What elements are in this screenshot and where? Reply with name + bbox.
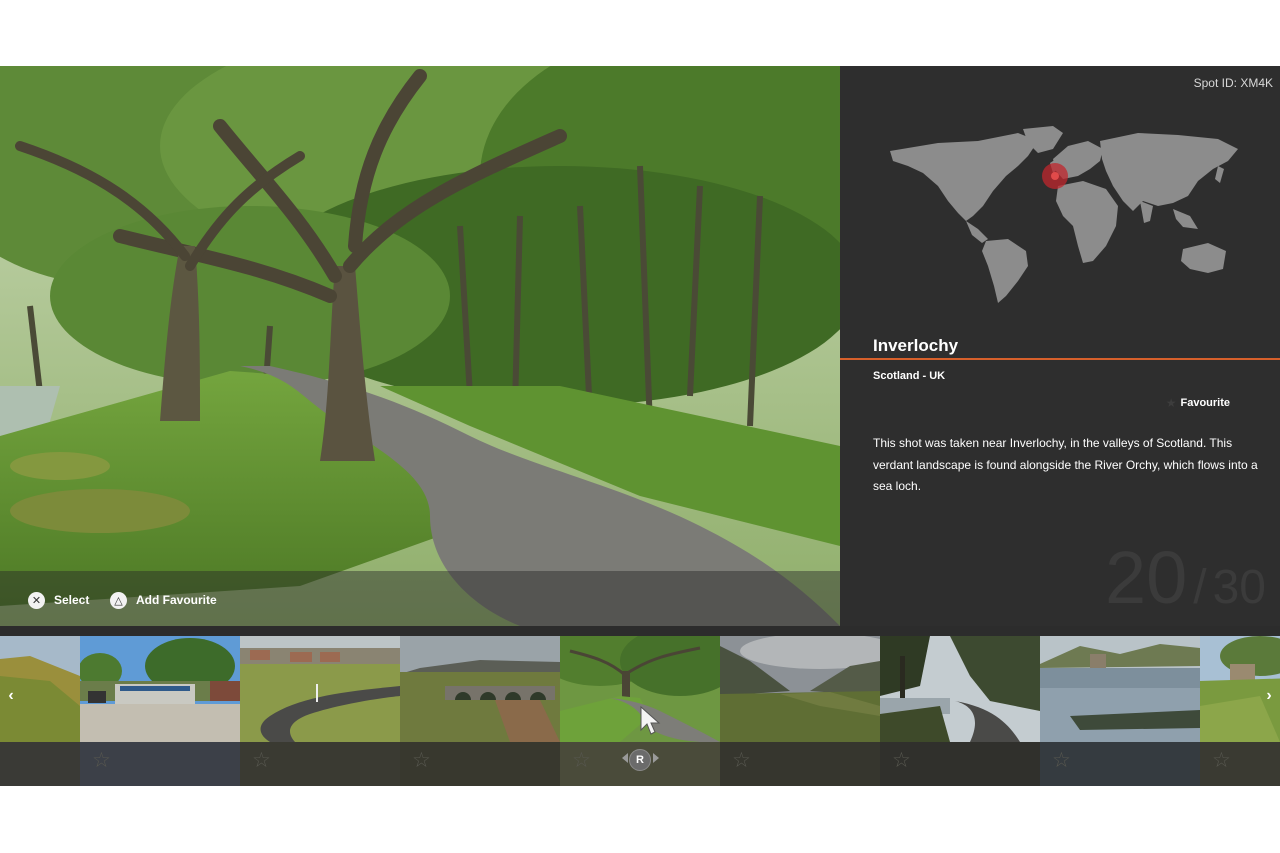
- star-icon: ★: [1165, 396, 1177, 410]
- add-favourite-hint[interactable]: △ Add Favourite: [110, 591, 217, 609]
- thumbnail-glen-valley[interactable]: ☆: [720, 636, 880, 786]
- cross-button-icon: ✕: [28, 591, 45, 609]
- star-icon[interactable]: ☆: [1212, 748, 1231, 773]
- star-icon[interactable]: ☆: [92, 748, 111, 773]
- triangle-button-icon: △: [110, 591, 127, 609]
- photo-counter: 20 / 30: [1105, 538, 1266, 628]
- counter-total: 30: [1212, 561, 1266, 614]
- info-panel: Spot ID: XM4K Inverlochy Scotland - UK ★…: [840, 66, 1280, 626]
- favourite-label: Favourite: [1180, 397, 1230, 409]
- place-title: Inverlochy: [873, 336, 959, 355]
- thumbnail-image: [400, 636, 560, 742]
- thumbnail-highland-hills[interactable]: [0, 636, 80, 786]
- thumbnail-image: [240, 636, 400, 742]
- star-icon[interactable]: ☆: [252, 748, 271, 773]
- app-window: ✕ Select △ Add Favourite Spot ID: XM4K I…: [0, 66, 1280, 786]
- thumbnail-footer: [0, 742, 80, 786]
- thumbnail-stone-bridge[interactable]: ☆: [400, 636, 560, 786]
- thumbnail-image: [720, 636, 880, 742]
- r-left-arrow-icon: [622, 753, 628, 763]
- thumbnail-image: [880, 636, 1040, 742]
- select-hint[interactable]: ✕ Select: [28, 591, 89, 609]
- thumbnail-lochside-road[interactable]: ☆: [880, 636, 1040, 786]
- thumbnail-castle-hill[interactable]: ☆: [1200, 636, 1280, 786]
- counter-current: 20: [1104, 536, 1188, 619]
- title-divider: [840, 358, 1280, 360]
- strip-next-arrow[interactable]: ›: [1262, 688, 1276, 704]
- add-favourite-hint-label: Add Favourite: [136, 593, 217, 607]
- spot-id: Spot ID: XM4K: [1193, 76, 1273, 90]
- thumbnail-image: [1040, 636, 1200, 742]
- counter-separator: /: [1193, 561, 1207, 614]
- world-map: [890, 126, 1238, 303]
- star-icon[interactable]: ☆: [892, 748, 911, 773]
- star-icon[interactable]: ☆: [572, 748, 591, 773]
- thumbnail-castle-loch[interactable]: ☆: [1040, 636, 1200, 786]
- star-icon[interactable]: ☆: [412, 748, 431, 773]
- thumbnail-moorland-road[interactable]: ☆: [240, 636, 400, 786]
- strip-prev-arrow[interactable]: ‹: [4, 688, 18, 704]
- r-right-arrow-icon: [653, 753, 659, 763]
- star-icon[interactable]: ☆: [732, 748, 751, 773]
- landscape-photo: [0, 66, 840, 626]
- thumbnail-roadside-shop[interactable]: ☆: [80, 636, 240, 786]
- star-icon[interactable]: ☆: [1052, 748, 1071, 773]
- pointer-cursor-icon: [640, 706, 661, 735]
- main-photo: ✕ Select △ Add Favourite: [0, 66, 840, 626]
- thumbnail-image: [80, 636, 240, 742]
- place-description: This shot was taken near Inverlochy, in …: [873, 436, 1258, 493]
- thumbnail-strip: ☆ ☆ ☆ ☆ ☆ ☆ ☆ ☆ ‹ › R: [0, 626, 1280, 786]
- favourite-toggle[interactable]: ★ Favourite: [1166, 396, 1230, 410]
- select-hint-label: Select: [54, 593, 90, 607]
- r-button-badge[interactable]: R: [629, 749, 651, 771]
- place-region: Scotland - UK: [873, 370, 946, 382]
